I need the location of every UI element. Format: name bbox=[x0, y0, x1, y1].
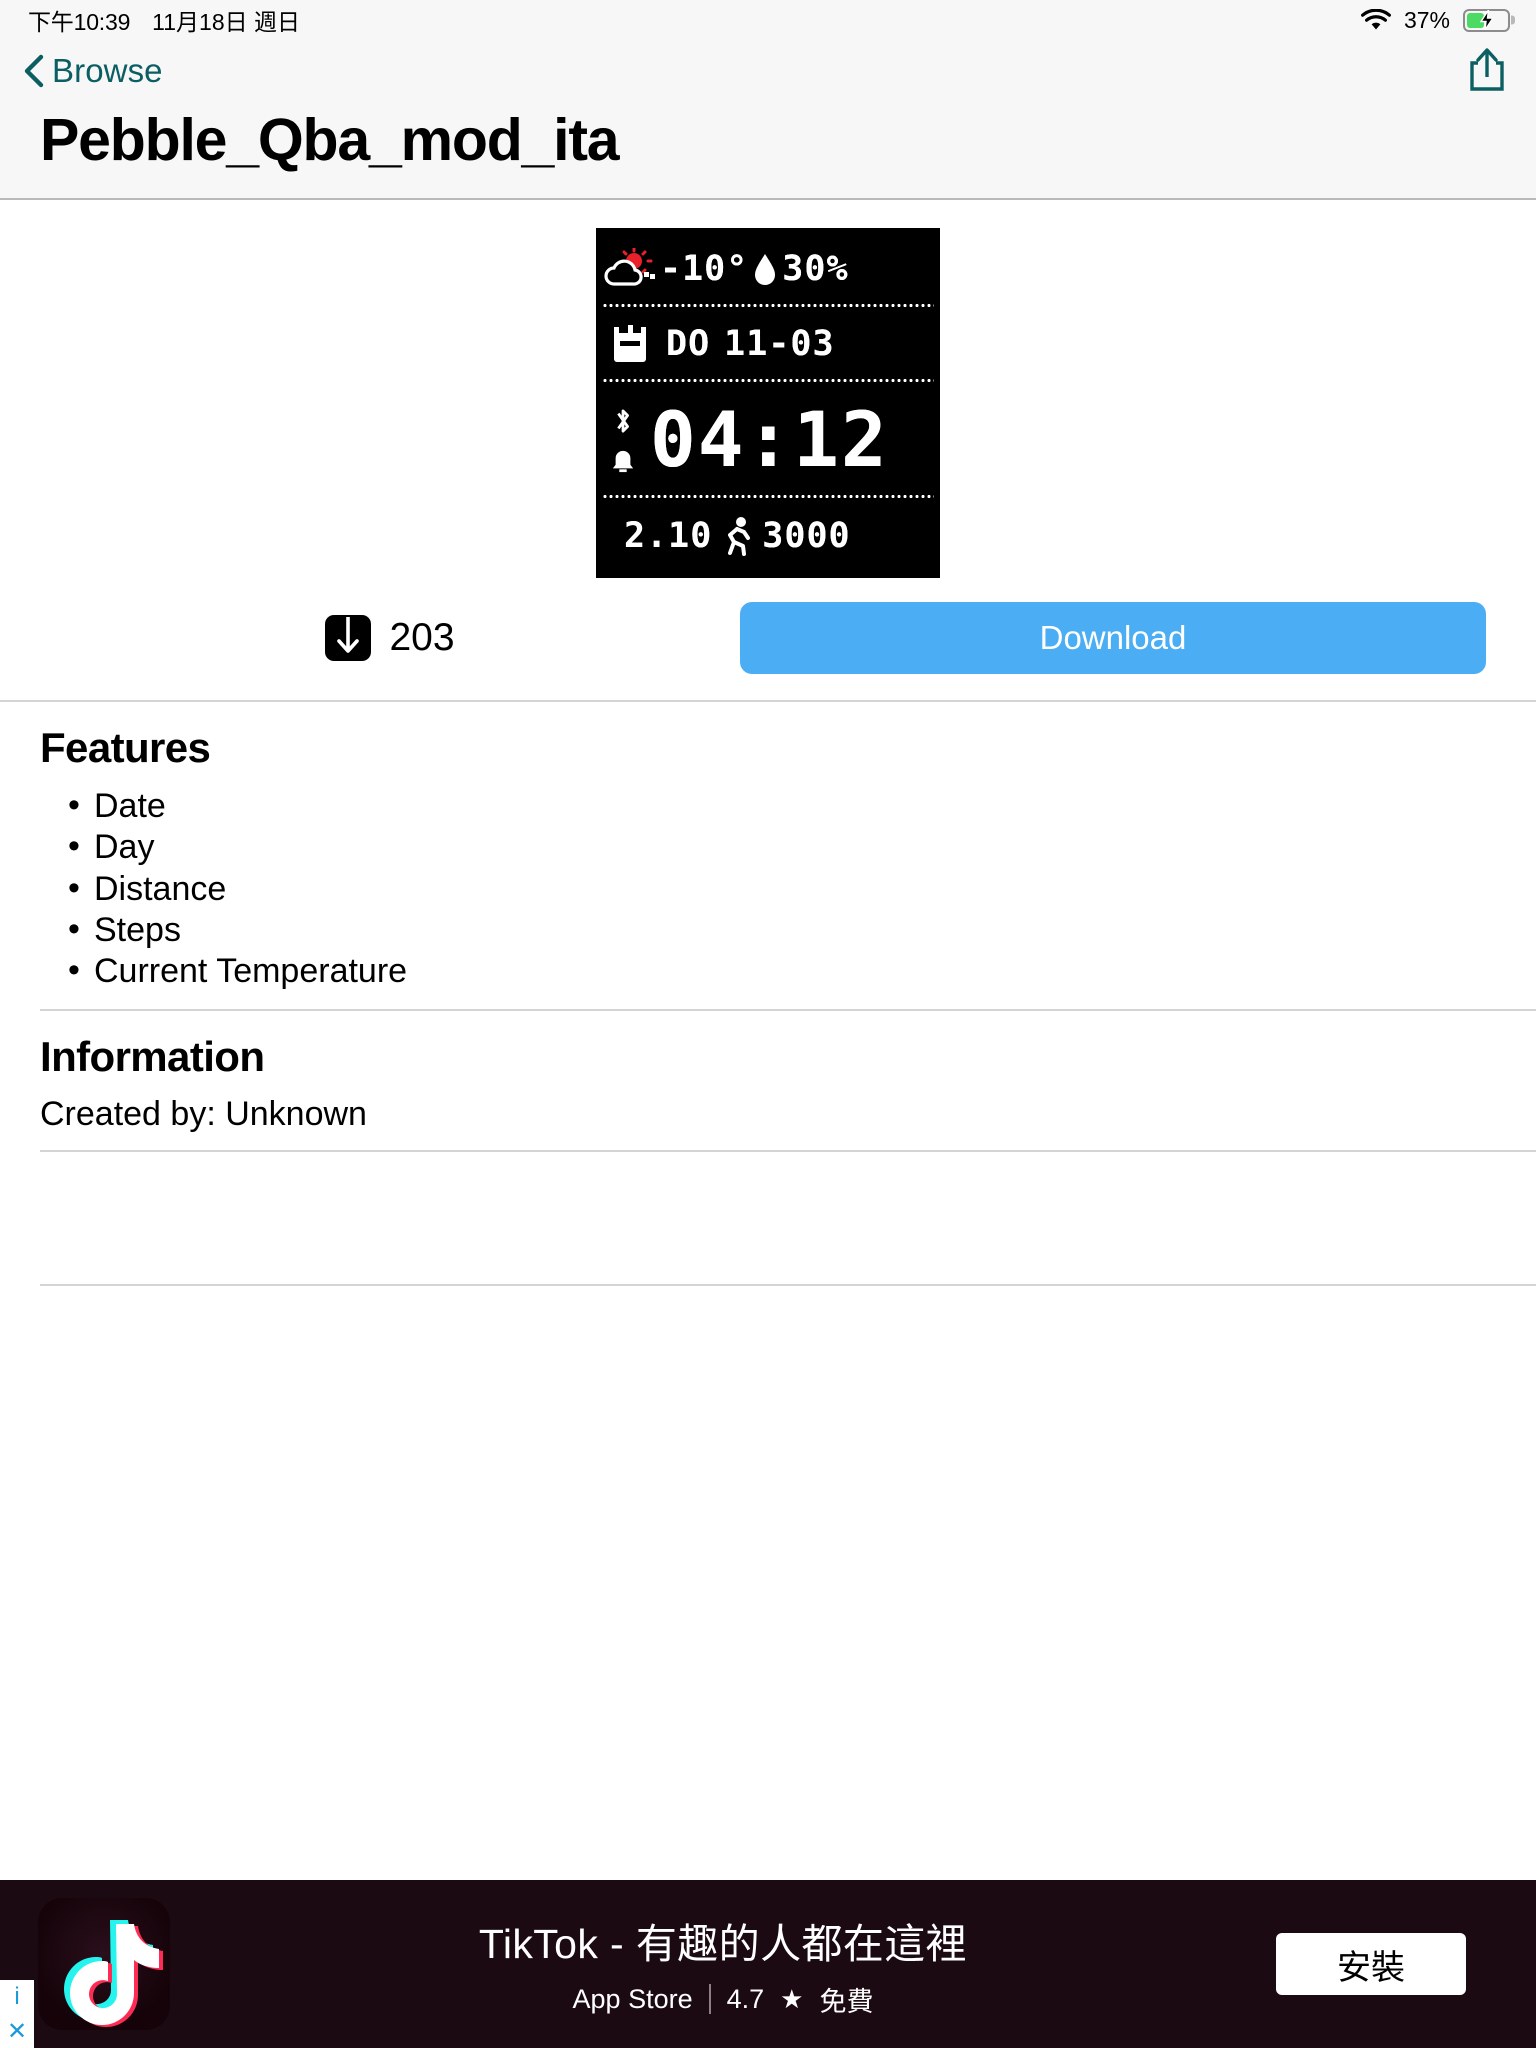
calendar-icon bbox=[608, 323, 652, 365]
watchface-row-time: 04:12 bbox=[602, 382, 934, 499]
download-button[interactable]: Download bbox=[740, 601, 1486, 674]
status-bar-right: 37% bbox=[1360, 6, 1510, 34]
status-time: 下午10:39 bbox=[28, 9, 131, 35]
wifi-icon bbox=[1360, 8, 1391, 31]
ad-text-group: TikTok - 有趣的人都在這裡 App Store 4.7 ★ 免費 bbox=[170, 1910, 1276, 2019]
action-row: 203 Download bbox=[0, 578, 1536, 702]
download-count: 203 bbox=[389, 615, 455, 659]
download-count-group: 203 bbox=[40, 614, 740, 661]
star-icon: ★ bbox=[780, 1983, 804, 2014]
droplet-icon bbox=[752, 252, 778, 286]
watchface-humidity: 30% bbox=[782, 248, 849, 289]
app-screen: 下午10:39 11月18日 週日 37% Browse Pebble_Qba_… bbox=[0, 0, 1536, 2048]
features-section: Features Date Day Distance Steps Current… bbox=[0, 702, 1536, 993]
bluetooth-icon bbox=[617, 409, 629, 433]
ad-rating: 4.7 bbox=[726, 1983, 765, 2014]
battery-percent: 37% bbox=[1403, 6, 1450, 33]
list-item: Date bbox=[64, 785, 1496, 827]
created-by-text: Created by: Unknown bbox=[40, 1094, 367, 1133]
ad-title: TikTok - 有趣的人都在這裡 bbox=[478, 1920, 968, 1967]
watchface-row-weather: -10° 30% bbox=[602, 232, 934, 307]
bell-icon bbox=[612, 451, 634, 473]
features-list: Date Day Distance Steps Current Temperat… bbox=[64, 785, 1496, 993]
section-divider-bottom bbox=[40, 1283, 1536, 1286]
download-icon bbox=[325, 614, 372, 661]
features-title: Features bbox=[40, 723, 211, 771]
watchface-row-activity: 2.10 3000 bbox=[602, 498, 934, 573]
battery-charging-icon bbox=[1463, 8, 1510, 32]
sun-behind-cloud-icon bbox=[604, 246, 656, 290]
watchface-distance: 2.10 bbox=[624, 515, 713, 556]
information-title: Information bbox=[40, 1032, 265, 1080]
running-person-icon bbox=[720, 516, 754, 557]
download-button-label: Download bbox=[1039, 618, 1187, 656]
ad-install-button[interactable]: 安裝 bbox=[1276, 1933, 1466, 1995]
navigation-bar: Browse bbox=[0, 40, 1536, 102]
ad-separator bbox=[708, 1984, 711, 2014]
share-icon bbox=[1467, 46, 1507, 97]
back-button[interactable]: Browse bbox=[22, 52, 163, 90]
empty-block bbox=[0, 1152, 1536, 1268]
page-title: Pebble_Qba_mod_ita bbox=[40, 107, 620, 173]
watchface-day: DO bbox=[666, 323, 711, 364]
ad-store: App Store bbox=[572, 1983, 693, 2014]
ad-close-icon[interactable]: ✕ bbox=[0, 2014, 34, 2048]
watchface-temperature: -10° bbox=[660, 248, 749, 289]
watchface-date: 11-03 bbox=[724, 323, 835, 364]
status-bar-left: 下午10:39 11月18日 週日 bbox=[28, 3, 300, 37]
share-button[interactable] bbox=[1464, 45, 1510, 97]
status-date: 11月18日 週日 bbox=[152, 9, 301, 35]
ad-subtitle: App Store 4.7 ★ 免費 bbox=[573, 1980, 874, 2019]
list-item: Day bbox=[64, 826, 1496, 868]
list-item: Steps bbox=[64, 909, 1496, 951]
chevron-left-icon bbox=[22, 54, 44, 88]
back-button-label: Browse bbox=[52, 52, 163, 89]
ad-info-icon[interactable]: i bbox=[0, 1980, 34, 2014]
list-item: Distance bbox=[64, 868, 1496, 910]
ad-install-label: 安裝 bbox=[1337, 1948, 1405, 1987]
ad-banner[interactable]: i ✕ TikTok - 有趣的人都在這裡 App Store 4.7 ★ 免費… bbox=[0, 1880, 1536, 2048]
ad-price: 免費 bbox=[819, 1986, 874, 2017]
tiktok-logo-icon bbox=[38, 1898, 170, 2030]
information-section: Information Created by: Unknown bbox=[0, 1011, 1536, 1134]
watchface-preview: -10° 30% DO 11-03 04:12 2.10 3000 bbox=[596, 227, 940, 578]
ad-badges: i ✕ bbox=[0, 1980, 34, 2048]
list-item: Current Temperature bbox=[64, 950, 1496, 992]
title-container: Pebble_Qba_mod_ita bbox=[0, 102, 1536, 200]
watchface-status-icons bbox=[606, 406, 640, 474]
watchface-steps: 3000 bbox=[762, 515, 851, 556]
status-bar: 下午10:39 11月18日 週日 37% bbox=[0, 0, 1536, 40]
watchface-row-date: DO 11-03 bbox=[602, 307, 934, 383]
watchface-time: 04:12 bbox=[650, 395, 889, 485]
preview-area: -10° 30% DO 11-03 04:12 2.10 3000 bbox=[0, 200, 1536, 578]
